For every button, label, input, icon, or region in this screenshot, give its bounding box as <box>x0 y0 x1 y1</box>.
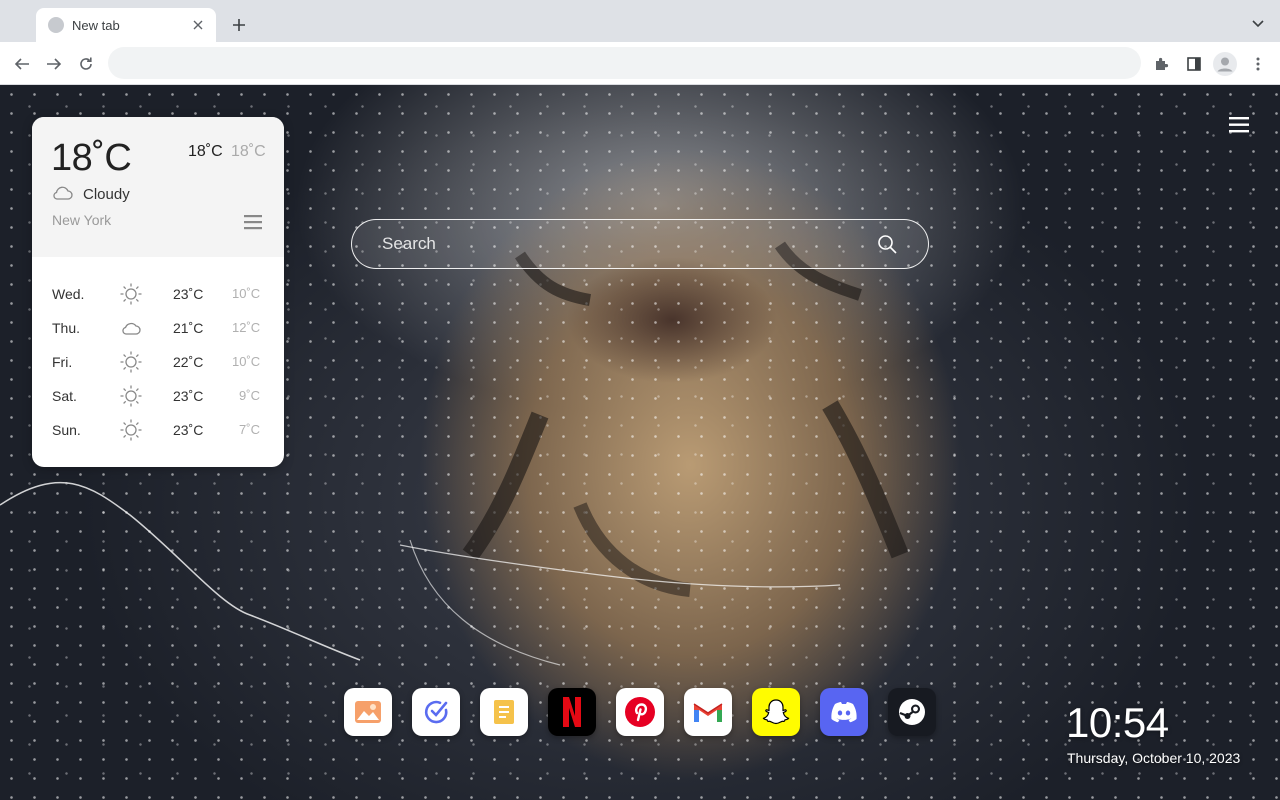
reload-icon[interactable] <box>73 51 99 77</box>
forecast-high: 21˚C <box>173 320 204 336</box>
new-tab-page: 18˚C 18˚C 18˚C Cloudy New York Wed. 23˚C… <box>0 85 1280 800</box>
tab-favicon <box>48 17 64 33</box>
today-low: 18˚C <box>231 143 266 160</box>
puzzle-icon[interactable] <box>1149 51 1175 77</box>
gmail-icon <box>693 703 723 722</box>
forecast-row: Wed. 23˚C 10˚C <box>32 277 284 311</box>
cloud-icon <box>122 322 141 335</box>
dock-pinterest[interactable] <box>616 688 664 736</box>
forecast-low: 9˚C <box>239 388 260 403</box>
forecast-high: 23˚C <box>173 422 204 438</box>
forecast-low: 7˚C <box>239 422 260 437</box>
side-panel-icon[interactable] <box>1181 51 1207 77</box>
forecast-row: Thu. 21˚C 12˚C <box>32 311 284 345</box>
tab-title: New tab <box>72 17 120 33</box>
current-temperature: 18˚C <box>51 137 132 179</box>
note-icon <box>494 700 514 724</box>
dock-photos[interactable] <box>344 688 392 736</box>
forecast-day: Wed. <box>52 286 85 302</box>
sun-icon <box>120 419 142 441</box>
clock-date: Thursday, October 10, 2023 <box>1067 750 1241 766</box>
forecast-day: Fri. <box>52 354 73 370</box>
forecast-low: 10˚C <box>232 354 261 369</box>
more-vert-icon[interactable] <box>1245 51 1271 77</box>
chevron-down-icon[interactable] <box>1248 14 1268 34</box>
plus-icon[interactable] <box>228 14 250 36</box>
forecast-row: Sun. 23˚C 7˚C <box>32 413 284 447</box>
sun-icon <box>120 283 142 305</box>
sun-icon <box>120 351 142 373</box>
search-icon[interactable] <box>876 233 898 255</box>
forecast-row: Sat. 23˚C 9˚C <box>32 379 284 413</box>
weather-current: 18˚C 18˚C 18˚C Cloudy New York <box>32 117 284 257</box>
forecast-high: 22˚C <box>173 354 204 370</box>
check-circle-icon <box>424 700 448 724</box>
tab-new-tab[interactable]: New tab <box>36 8 216 42</box>
weather-menu-icon[interactable] <box>242 213 264 231</box>
dock-discord[interactable] <box>820 688 868 736</box>
forecast-list: Wed. 23˚C 10˚C Thu. 21˚C 12˚C Fri. 22˚C … <box>32 277 284 447</box>
page-menu-icon[interactable] <box>1228 115 1250 135</box>
forecast-day: Thu. <box>52 320 81 336</box>
dock-notes[interactable] <box>480 688 528 736</box>
dock-netflix[interactable] <box>548 688 596 736</box>
snapchat-icon <box>762 699 790 725</box>
forecast-row: Fri. 22˚C 10˚C <box>32 345 284 379</box>
tab-strip: New tab <box>0 0 1280 42</box>
profile-icon[interactable] <box>1212 51 1238 77</box>
discord-icon <box>831 702 857 723</box>
forward-arrow-icon[interactable] <box>41 51 67 77</box>
forecast-day: Sun. <box>52 422 81 438</box>
image-icon <box>355 701 381 723</box>
dock-steam[interactable] <box>888 688 936 736</box>
clock-time: 10:54 <box>1066 699 1169 746</box>
toolbar <box>0 42 1280 85</box>
weather-city: New York <box>52 212 112 228</box>
dock-gmail[interactable] <box>684 688 732 736</box>
close-icon[interactable] <box>190 17 206 33</box>
forecast-low: 10˚C <box>232 286 261 301</box>
pinterest-icon <box>625 697 655 727</box>
weather-condition: Cloudy <box>83 186 130 203</box>
shortcut-dock <box>344 688 936 736</box>
forecast-high: 23˚C <box>173 286 204 302</box>
dock-tasks[interactable] <box>412 688 460 736</box>
cloud-icon <box>53 186 73 200</box>
search-input[interactable] <box>382 220 862 267</box>
dock-snapchat[interactable] <box>752 688 800 736</box>
sun-icon <box>120 385 142 407</box>
forecast-day: Sat. <box>52 388 77 404</box>
steam-icon <box>899 699 925 725</box>
today-high: 18˚C <box>188 143 223 160</box>
search-box <box>351 219 929 269</box>
back-arrow-icon[interactable] <box>9 51 35 77</box>
forecast-high: 23˚C <box>173 388 204 404</box>
weather-widget[interactable]: 18˚C 18˚C 18˚C Cloudy New York Wed. 23˚C… <box>32 117 284 467</box>
netflix-icon <box>563 697 581 727</box>
address-bar[interactable] <box>108 47 1141 79</box>
forecast-low: 12˚C <box>232 320 261 335</box>
